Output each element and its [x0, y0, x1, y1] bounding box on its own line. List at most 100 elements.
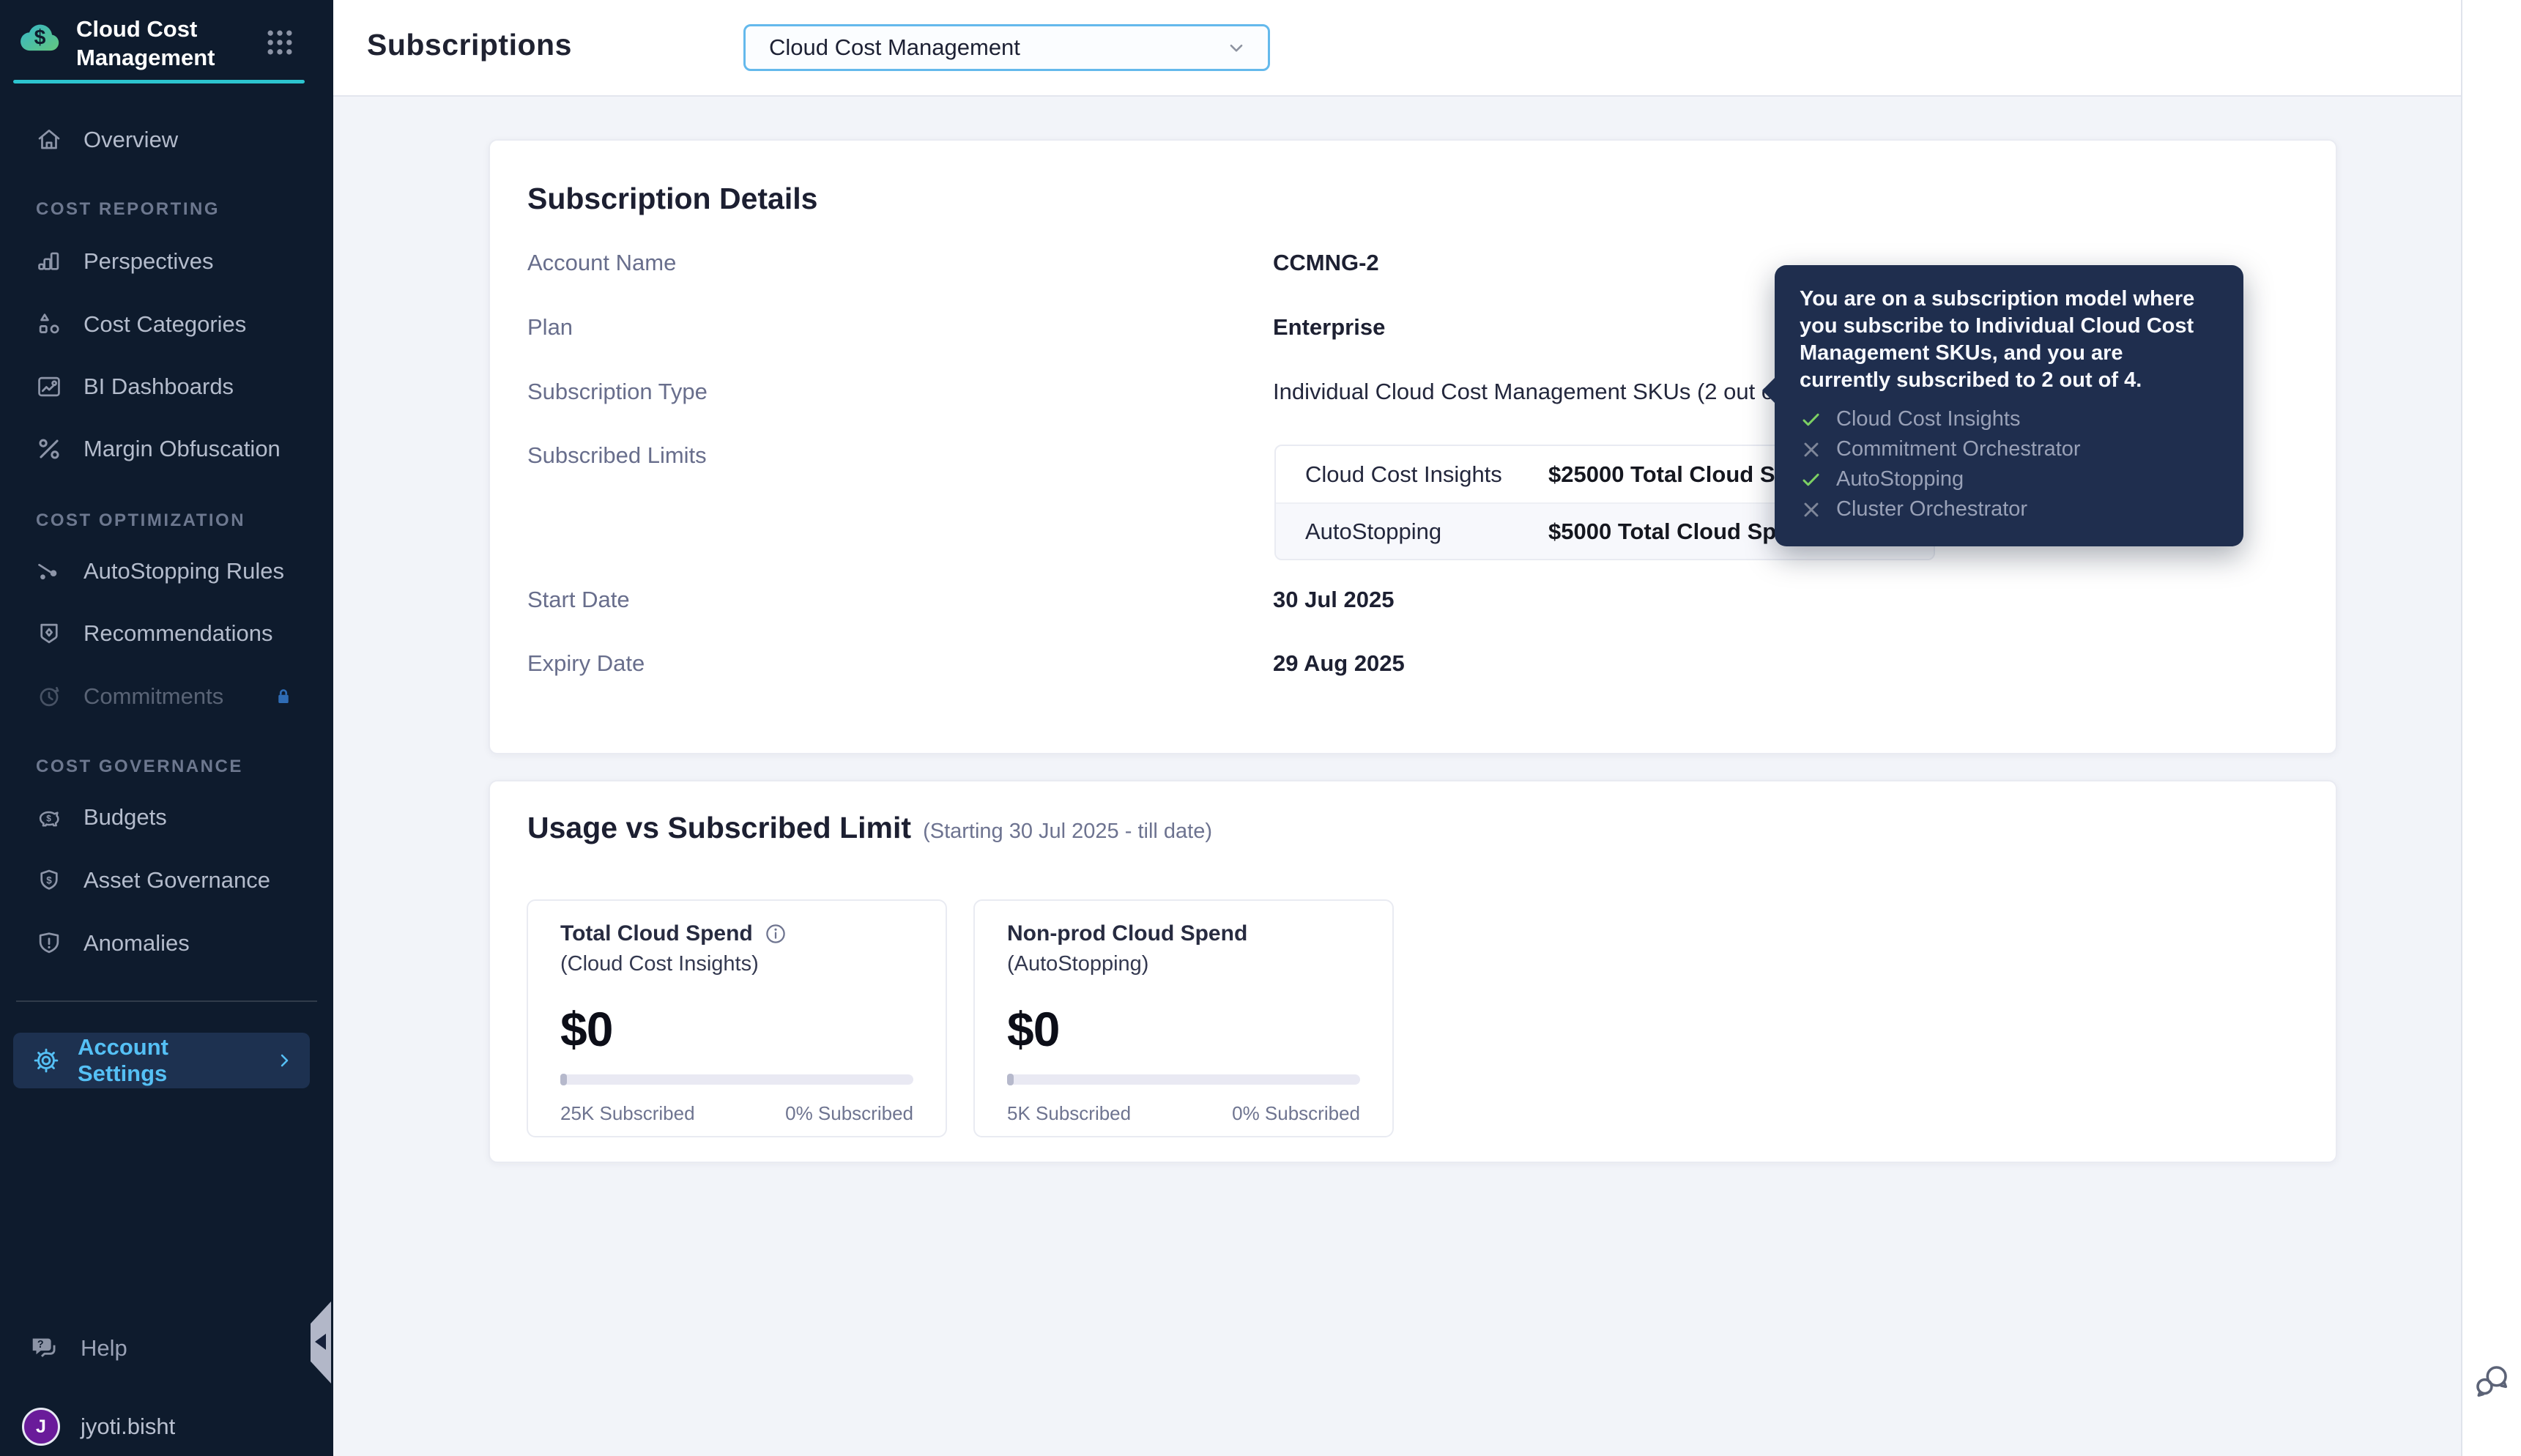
- usage-card-subtitle: (AutoStopping): [1007, 952, 1149, 976]
- sidebar-item-budgets[interactable]: $ Budgets: [0, 786, 333, 849]
- piggy-bank-icon: $: [35, 803, 63, 831]
- sidebar-item-label: AutoStopping Rules: [83, 558, 285, 584]
- user-menu[interactable]: J jyoti.bisht: [22, 1408, 175, 1446]
- field-label-subscribed-limits: Subscribed Limits: [527, 442, 707, 468]
- app-root: $ Cloud Cost Management Overview COST RE…: [0, 0, 2521, 1456]
- help-label: Help: [81, 1335, 127, 1361]
- usage-card-title-text: Non-prod Cloud Spend: [1007, 921, 1248, 946]
- sidebar-item-perspectives[interactable]: Perspectives: [0, 230, 333, 293]
- field-value-account-name: CCMNG-2: [1273, 250, 1379, 275]
- limit-sku: AutoStopping: [1305, 518, 1442, 544]
- tooltip-arrow: [1762, 377, 1775, 404]
- shield-dollar-icon: $: [35, 866, 63, 894]
- subscribed-percent-label: 0% Subscribed: [785, 1102, 913, 1124]
- app-logo[interactable]: $ Cloud Cost Management: [18, 15, 267, 72]
- chevron-right-icon: [273, 1049, 295, 1072]
- gear-icon: [32, 1047, 60, 1074]
- sidebar-item-account-settings[interactable]: Account Settings: [13, 1033, 310, 1088]
- svg-text:?: ?: [37, 1339, 44, 1351]
- subscription-type-text: Individual Cloud Cost Management SKUs (2…: [1273, 379, 1807, 404]
- help-chat-icon: ?: [28, 1331, 62, 1365]
- usage-amount: $0: [560, 1002, 613, 1056]
- svg-text:$: $: [34, 26, 46, 49]
- subscribed-amount-label: 5K Subscribed: [1007, 1102, 1132, 1124]
- chevron-down-icon: [1224, 35, 1249, 60]
- x-icon: [1800, 498, 1823, 521]
- sidebar-section-cost-governance: COST GOVERNANCE: [36, 757, 243, 776]
- sidebar-item-label: Anomalies: [83, 930, 190, 956]
- x-icon: [1800, 438, 1823, 461]
- gauge-dots-icon: [35, 557, 63, 585]
- usage-subtitle: (Starting 30 Jul 2025 - till date): [923, 820, 1212, 843]
- usage-progress-fill: [1007, 1074, 1014, 1085]
- sidebar-item-cost-categories[interactable]: Cost Categories: [0, 293, 333, 356]
- tooltip-sku-name: Commitment Orchestrator: [1836, 437, 2081, 461]
- sidebar-item-label: Account Settings: [78, 1034, 168, 1086]
- svg-text:$: $: [46, 813, 51, 823]
- tooltip-sku-name: Cloud Cost Insights: [1836, 407, 2021, 431]
- tooltip-text: You are on a subscription model where yo…: [1800, 287, 2195, 392]
- card-title: Subscription Details: [527, 182, 818, 215]
- field-value-plan: Enterprise: [1273, 314, 1386, 340]
- lock-icon: [270, 683, 297, 710]
- page-title: Subscriptions: [367, 28, 572, 62]
- svg-text:$: $: [46, 874, 52, 885]
- avatar-initial: J: [36, 1416, 46, 1437]
- subscription-type-tooltip: You are on a subscription model where yo…: [1762, 265, 2243, 546]
- sidebar-item-asset-governance[interactable]: $ Asset Governance: [0, 849, 333, 912]
- module-dropdown[interactable]: Cloud Cost Management: [743, 24, 1270, 71]
- badge-icon: [35, 620, 63, 647]
- sidebar-item-overview[interactable]: Overview: [0, 108, 333, 171]
- shield-alert-icon: [35, 929, 63, 957]
- home-icon: [35, 126, 63, 154]
- sidebar-item-label: Commitments: [83, 683, 224, 709]
- module-grid-icon[interactable]: [264, 26, 296, 59]
- sidebar-item-anomalies[interactable]: Anomalies: [0, 912, 333, 975]
- sidebar-item-label: Overview: [83, 127, 179, 152]
- field-value-start-date: 30 Jul 2025: [1273, 587, 1395, 612]
- sidebar: $ Cloud Cost Management Overview COST RE…: [0, 0, 333, 1456]
- check-icon: [1800, 468, 1823, 491]
- user-name: jyoti.bisht: [81, 1414, 176, 1439]
- chat-icon[interactable]: [2473, 1361, 2512, 1400]
- usage-card-title: Total Cloud Spend: [560, 921, 913, 946]
- field-label-expiry-date: Expiry Date: [527, 650, 645, 676]
- sidebar-item-label: Margin Obfuscation: [83, 436, 281, 461]
- tooltip-sku-name: Cluster Orchestrator: [1836, 497, 2028, 521]
- card-title: Usage vs Subscribed Limit (Starting 30 J…: [527, 811, 1212, 845]
- top-bar: Subscriptions Cloud Cost Management: [333, 0, 2461, 97]
- sidebar-item-label: Recommendations: [83, 620, 273, 646]
- usage-card-title: Non-prod Cloud Spend: [1007, 921, 1360, 946]
- shapes-icon: [35, 311, 63, 338]
- usage-card-non-prod-cloud-spend: Non-prod Cloud Spend (AutoStopping) $0 5…: [973, 899, 1394, 1137]
- sidebar-item-label: Budgets: [83, 804, 167, 830]
- bar-chart-icon: [35, 248, 63, 275]
- usage-progress-bar: [560, 1074, 913, 1085]
- usage-progress-bar: [1007, 1074, 1360, 1085]
- sidebar-item-label: Asset Governance: [83, 867, 271, 893]
- main-content: Subscription Details Account Name CCMNG-…: [333, 97, 2461, 1456]
- sidebar-item-label: BI Dashboards: [83, 374, 234, 399]
- cloud-dollar-logo-icon: $: [18, 15, 63, 60]
- usage-card-title-text: Total Cloud Spend: [560, 921, 753, 946]
- info-icon[interactable]: [763, 921, 788, 946]
- sidebar-item-margin-obfuscation[interactable]: Margin Obfuscation: [0, 417, 333, 480]
- sidebar-section-cost-reporting: COST REPORTING: [36, 199, 220, 219]
- usage-vs-limit-card: Usage vs Subscribed Limit (Starting 30 J…: [489, 780, 2337, 1163]
- subscribed-amount-label: 25K Subscribed: [560, 1102, 695, 1124]
- percent-icon: [35, 435, 63, 463]
- usage-card-subtitle: (Cloud Cost Insights): [560, 952, 759, 976]
- clock-history-icon: [35, 683, 63, 710]
- field-label-start-date: Start Date: [527, 587, 630, 612]
- field-label-account-name: Account Name: [527, 250, 677, 275]
- sidebar-item-bi-dashboards[interactable]: BI Dashboards: [0, 355, 333, 418]
- sidebar-item-label: Perspectives: [83, 248, 214, 274]
- avatar[interactable]: J: [22, 1408, 60, 1446]
- sidebar-item-autostopping-rules[interactable]: AutoStopping Rules: [0, 540, 333, 603]
- app-title: Cloud Cost Management: [76, 16, 215, 70]
- sidebar-divider: [16, 1000, 317, 1002]
- sidebar-item-recommendations[interactable]: Recommendations: [0, 602, 333, 665]
- tooltip-sku-item: Cluster Orchestrator: [1800, 494, 2219, 524]
- tooltip-sku-item: Cloud Cost Insights: [1800, 404, 2219, 434]
- sidebar-item-help[interactable]: ? Help: [0, 1317, 333, 1380]
